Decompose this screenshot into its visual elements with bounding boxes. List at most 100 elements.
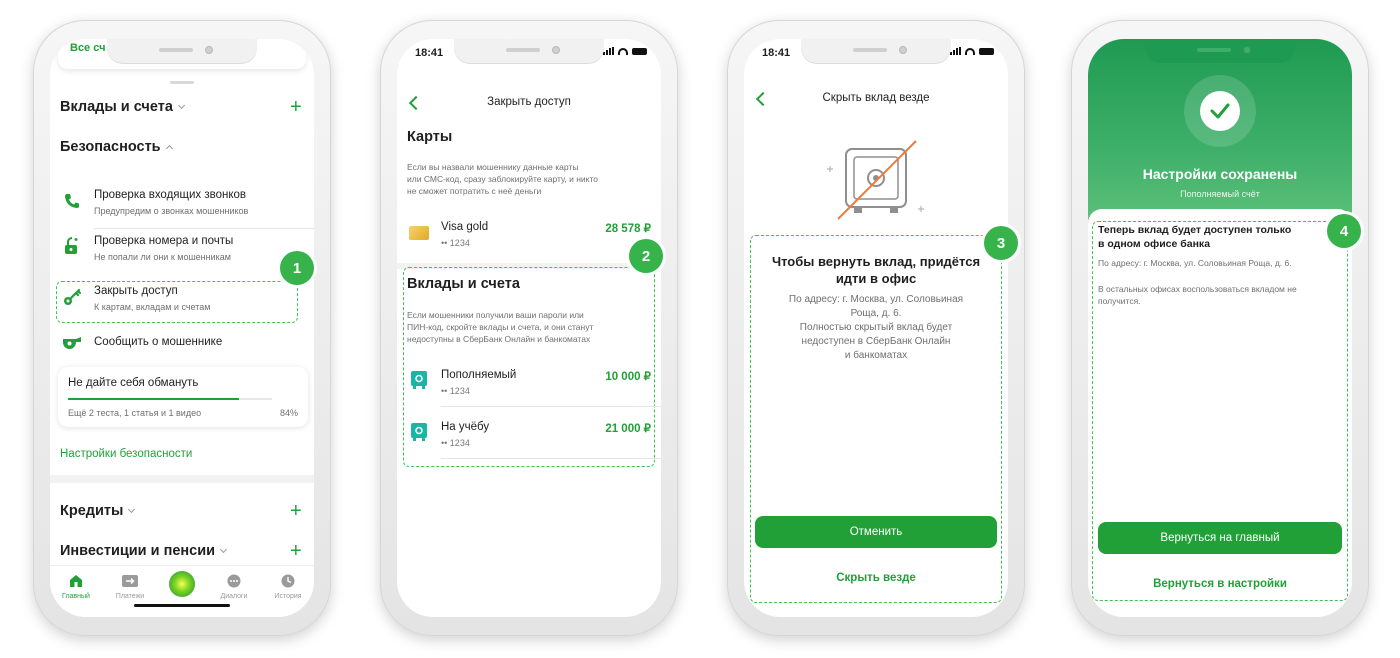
lock-icon (65, 237, 78, 254)
card-row[interactable]: Visa gold •• 1234 28 578 ₽ (397, 221, 661, 253)
page-title: Скрыть вклад везде (822, 92, 930, 104)
wifi-icon (618, 47, 628, 55)
menu-item-title: Сообщить о мошеннике (94, 336, 223, 348)
screen-close-access: 18:41 Закрыть доступ Карты Если вы назва… (397, 39, 661, 617)
chevron-up-icon (165, 144, 173, 153)
result-heading: Теперь вклад будет доступен только в одн… (1098, 224, 1292, 250)
screen-settings-saved: Настройки сохранены Пополняемый счёт Теп… (1088, 39, 1352, 617)
promo-progress-track (68, 398, 272, 400)
section-credits[interactable]: Кредиты (60, 503, 136, 519)
promo-title: Не дайте себя обмануть (68, 377, 199, 389)
tab-label: Платежи (115, 593, 145, 600)
chevron-down-icon (220, 545, 228, 554)
chat-icon (227, 574, 241, 588)
menu-item-number-check[interactable]: Проверка номера и почты Не попали ли они… (50, 235, 314, 273)
tab-dialogs[interactable]: Диалоги (214, 574, 254, 600)
menu-item-subtitle: Предупредим о звонках мошенников (94, 206, 249, 216)
promo-percent: 84% (279, 408, 298, 418)
section-investments[interactable]: Инвестиции и пенсии (60, 543, 228, 559)
card-mask: •• 1234 (441, 238, 470, 248)
result-address: По адресу: г. Москва, ул. Соловьиная Рощ… (1098, 258, 1292, 268)
notch (801, 39, 951, 63)
phone-2: 18:41 Закрыть доступ Карты Если вы назва… (380, 20, 678, 636)
signal-icon (950, 47, 961, 55)
separator-band (50, 475, 314, 483)
hide-everywhere-link[interactable]: Скрыть везде (755, 572, 997, 584)
section-deposits[interactable]: Вклады и счета (60, 99, 185, 115)
menu-item-report-fraud[interactable]: Сообщить о мошеннике (50, 335, 314, 357)
status-time: 18:41 (415, 47, 444, 59)
tab-label: История (274, 593, 302, 600)
menu-item-title: Проверка входящих звонков (94, 189, 247, 201)
tab-home[interactable]: Главный (56, 574, 96, 600)
account-name: Пополняемый (441, 369, 517, 381)
key-icon (64, 288, 82, 305)
card-name: Visa gold (441, 221, 489, 233)
return-home-button[interactable]: Вернуться на главный (1098, 522, 1342, 554)
battery-icon (979, 47, 994, 55)
sheet-handle[interactable] (170, 81, 194, 84)
menu-item-call-check[interactable]: Проверка входящих звонков Предупредим о … (50, 189, 314, 227)
check-icon (1210, 103, 1230, 119)
add-deposit-button[interactable]: + (290, 97, 302, 117)
deposits-heading: Вклады и счета (407, 276, 520, 292)
screen-security: Все сч Вклады и счета + Безопасность Про… (50, 39, 314, 617)
phone-4: Настройки сохранены Пополняемый счёт Теп… (1071, 20, 1369, 636)
account-amount: 10 000 ₽ (605, 371, 651, 383)
account-row-0[interactable]: Пополняемый •• 1234 10 000 ₽ (397, 367, 661, 401)
home-icon (70, 575, 82, 587)
tab-history[interactable]: История (268, 574, 308, 600)
clock-icon (281, 574, 295, 588)
hide-heading: Чтобы вернуть вклад, придётся идти в офи… (771, 254, 981, 286)
transfer-icon (122, 575, 138, 587)
tab-payments[interactable]: Платежи (110, 574, 150, 600)
card-icon (409, 226, 429, 240)
return-settings-link[interactable]: Вернуться в настройки (1098, 578, 1342, 590)
cancel-button[interactable]: Отменить (755, 516, 997, 548)
notch (1145, 39, 1295, 63)
status-icons (603, 47, 647, 55)
cards-heading: Карты (407, 129, 453, 145)
divider (441, 406, 661, 407)
menu-item-close-access[interactable]: Закрыть доступ К картам, вкладам и счета… (50, 285, 298, 321)
security-settings-link[interactable]: Настройки безопасности (60, 448, 192, 460)
tab-assistant[interactable] (169, 571, 195, 597)
screen-hide-deposit: 18:41 Скрыть вклад везде Чтобы вернуть в… (744, 39, 1008, 617)
safe-icon (411, 423, 427, 441)
battery-icon (632, 47, 647, 55)
account-row-1[interactable]: На учёбу •• 1234 21 000 ₽ (397, 419, 661, 453)
step-badge-3: 3 (984, 226, 1018, 260)
success-title: Настройки сохранены (1142, 166, 1298, 182)
success-subtitle: Пополняемый счёт (1180, 189, 1260, 199)
accounts-card-text: Все сч (70, 42, 106, 54)
safe-icon (411, 371, 427, 389)
step-badge-1: 1 (280, 251, 314, 285)
deposits-description: Если мошенники получили ваши пароли или … (407, 310, 594, 344)
account-amount: 21 000 ₽ (605, 423, 651, 435)
chevron-down-icon (128, 505, 136, 514)
hide-description: По адресу: г. Москва, ул. Соловьиная Рощ… (788, 294, 964, 361)
promo-card[interactable]: Не дайте себя обмануть Ещё 2 теста, 1 ст… (58, 367, 308, 427)
tab-bar: Главный Платежи Диалоги История (50, 565, 314, 617)
account-mask: •• 1234 (441, 438, 470, 448)
status-icons (950, 47, 994, 55)
menu-item-subtitle: К картам, вкладам и счетам (94, 302, 211, 312)
crossed-safe-icon (827, 140, 924, 220)
notch (107, 39, 257, 63)
account-name: На учёбу (441, 421, 490, 433)
add-investment-button[interactable]: + (290, 541, 302, 561)
cards-description: Если вы назвали мошеннику данные карты и… (407, 162, 599, 196)
section-security[interactable]: Безопасность (60, 139, 173, 155)
signal-icon (603, 47, 614, 55)
add-credit-button[interactable]: + (290, 501, 302, 521)
divider (94, 228, 314, 229)
step-badge-4: 4 (1327, 214, 1361, 248)
account-mask: •• 1234 (441, 386, 470, 396)
menu-item-title: Закрыть доступ (94, 285, 178, 297)
whistle-icon (63, 337, 81, 349)
notch (454, 39, 604, 63)
promo-progress-fill (68, 398, 240, 400)
status-time: 18:41 (762, 47, 791, 59)
promo-detail: Ещё 2 теста, 1 статья и 1 видео (68, 408, 202, 418)
home-indicator (134, 604, 230, 607)
